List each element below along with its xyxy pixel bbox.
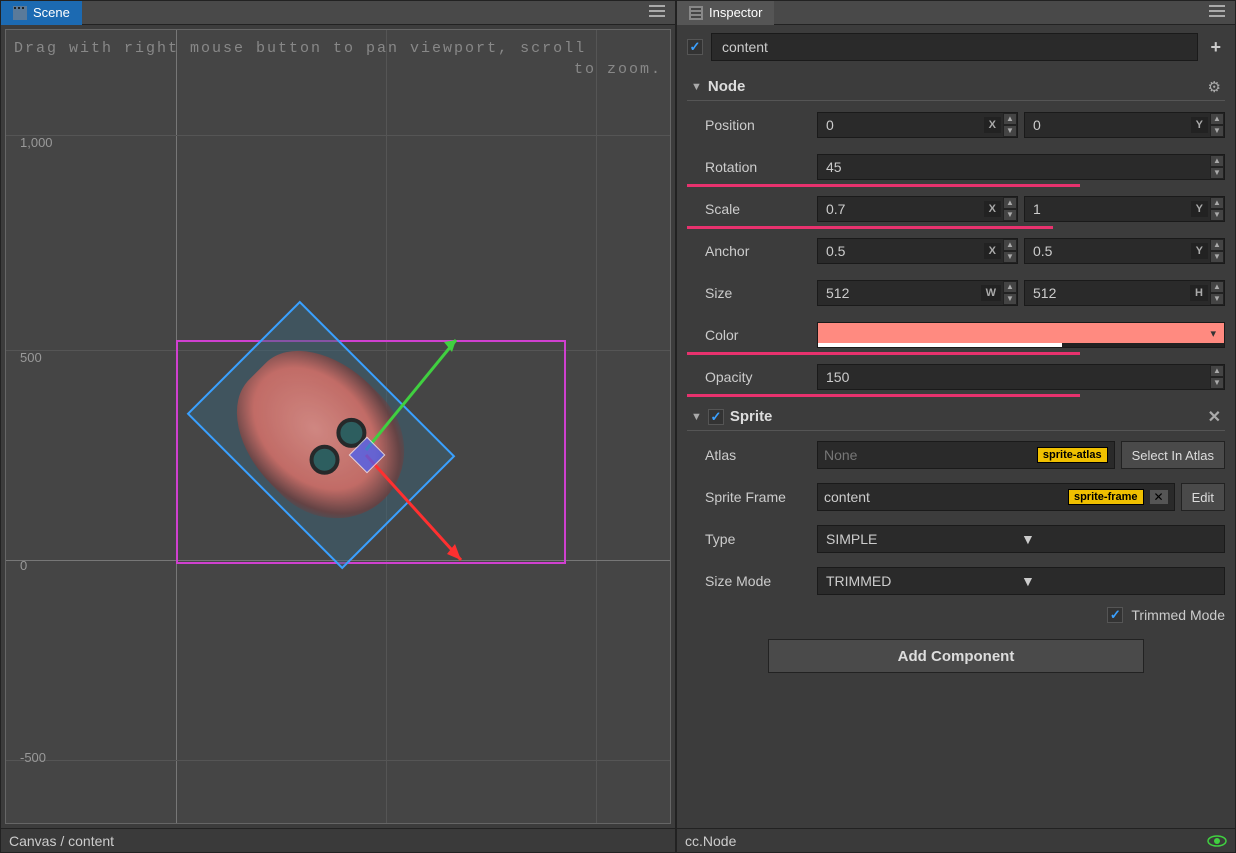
caret-down-icon: ▼ bbox=[691, 81, 702, 93]
edit-sprite-frame-button[interactable]: Edit bbox=[1181, 483, 1225, 511]
sprite-section-header[interactable]: ▼ Sprite ✕ bbox=[687, 403, 1225, 431]
select-in-atlas-button[interactable]: Select In Atlas bbox=[1121, 441, 1225, 469]
inspector-status-bar: cc.Node bbox=[677, 828, 1235, 852]
atlas-row: Atlas None sprite-atlas Select In Atlas bbox=[687, 439, 1225, 471]
scene-tab-bar: Scene bbox=[1, 1, 675, 25]
scene-viewport[interactable]: 1,000 500 0 -500 0 500 1,000 Drag with r… bbox=[5, 29, 671, 824]
scale-row: Scale X▲▼ Y▲▼ bbox=[687, 193, 1225, 225]
x-axis-label: 500 bbox=[376, 820, 398, 824]
sprite-section-title: Sprite bbox=[730, 408, 773, 425]
trimmed-mode-checkbox[interactable] bbox=[1107, 607, 1123, 623]
scale-x-input[interactable]: X▲▼ bbox=[817, 196, 1018, 222]
anchor-x-input[interactable]: X▲▼ bbox=[817, 238, 1018, 264]
y-axis-label: -500 bbox=[20, 750, 46, 765]
rotation-row: Rotation ▲▼ bbox=[687, 151, 1225, 183]
color-row: Color bbox=[687, 319, 1225, 351]
inspector-tab-label: Inspector bbox=[709, 5, 762, 20]
breadcrumb[interactable]: Canvas / content bbox=[9, 833, 114, 849]
gizmo-x-arrow[interactable] bbox=[361, 450, 481, 580]
inspector-panel: Inspector + ▼ Node ⚙ Position bbox=[676, 0, 1236, 853]
add-component-icon[interactable]: + bbox=[1206, 37, 1225, 58]
scale-y-input[interactable]: Y▲▼ bbox=[1024, 196, 1225, 222]
inspector-icon bbox=[689, 6, 703, 20]
scene-tab[interactable]: Scene bbox=[1, 1, 82, 25]
visibility-icon[interactable] bbox=[1207, 835, 1227, 847]
sprite-frame-field[interactable]: content sprite-frame ✕ bbox=[817, 483, 1175, 511]
scene-icon bbox=[13, 6, 27, 20]
position-y-input[interactable]: Y▲▼ bbox=[1024, 112, 1225, 138]
y-axis-label: 500 bbox=[20, 350, 42, 365]
anchor-y-input[interactable]: Y▲▼ bbox=[1024, 238, 1225, 264]
remove-component-icon[interactable]: ✕ bbox=[1208, 407, 1221, 427]
y-axis-label: 0 bbox=[20, 558, 27, 573]
inspector-tab-bar: Inspector bbox=[677, 1, 1235, 25]
inspector-body: + ▼ Node ⚙ Position X▲▼ Y▲▼ Rotation ▲▼ bbox=[677, 25, 1235, 828]
atlas-field[interactable]: None sprite-atlas bbox=[817, 441, 1115, 469]
size-mode-row: Size Mode TRIMMED ▼ bbox=[687, 565, 1225, 597]
size-mode-select[interactable]: TRIMMED ▼ bbox=[817, 567, 1225, 595]
type-row: Type SIMPLE ▼ bbox=[687, 523, 1225, 555]
viewport-hint: Drag with right mouse button to pan view… bbox=[14, 38, 662, 80]
node-enabled-checkbox[interactable] bbox=[687, 39, 703, 55]
scene-panel: Scene 1,000 500 0 -500 0 500 1,000 bbox=[0, 0, 676, 853]
gear-icon[interactable]: ⚙ bbox=[1208, 78, 1221, 96]
trimmed-mode-row: Trimmed Mode bbox=[687, 607, 1225, 623]
highlight-indicator bbox=[687, 394, 1080, 397]
color-picker[interactable] bbox=[817, 322, 1225, 348]
size-w-input[interactable]: W▲▼ bbox=[817, 280, 1018, 306]
inspector-menu-button[interactable] bbox=[1199, 5, 1235, 20]
clear-sprite-frame-icon[interactable]: ✕ bbox=[1150, 490, 1168, 504]
x-axis-label: 0 bbox=[171, 820, 178, 824]
scene-tab-label: Scene bbox=[33, 5, 70, 20]
size-h-input[interactable]: H▲▼ bbox=[1024, 280, 1225, 306]
node-type-label: cc.Node bbox=[685, 833, 736, 849]
opacity-row: Opacity ▲▼ bbox=[687, 361, 1225, 393]
inspector-tab[interactable]: Inspector bbox=[677, 1, 774, 25]
anchor-row: Anchor X▲▼ Y▲▼ bbox=[687, 235, 1225, 267]
add-component-button[interactable]: Add Component bbox=[768, 639, 1145, 673]
position-x-input[interactable]: X▲▼ bbox=[817, 112, 1018, 138]
y-axis-label: 1,000 bbox=[20, 135, 53, 150]
chevron-down-icon: ▼ bbox=[1021, 531, 1216, 547]
highlight-indicator bbox=[687, 352, 1080, 355]
sprite-frame-row: Sprite Frame content sprite-frame ✕ Edit bbox=[687, 481, 1225, 513]
chevron-down-icon: ▼ bbox=[1021, 573, 1216, 589]
menu-icon bbox=[1209, 5, 1225, 17]
node-section-header[interactable]: ▼ Node ⚙ bbox=[687, 73, 1225, 101]
sprite-enabled-checkbox[interactable] bbox=[708, 409, 724, 425]
x-axis-label: 1,000 bbox=[581, 820, 614, 824]
node-section-title: Node bbox=[708, 78, 746, 95]
gizmo-y-arrow[interactable] bbox=[356, 320, 476, 460]
opacity-input[interactable]: ▲▼ bbox=[817, 364, 1225, 390]
rotation-input[interactable]: ▲▼ bbox=[817, 154, 1225, 180]
highlight-indicator bbox=[687, 184, 1080, 187]
scene-menu-button[interactable] bbox=[639, 5, 675, 20]
caret-down-icon: ▼ bbox=[691, 411, 702, 423]
size-row: Size W▲▼ H▲▼ bbox=[687, 277, 1225, 309]
highlight-indicator bbox=[687, 226, 1053, 229]
node-name-row: + bbox=[687, 33, 1225, 61]
scene-status-bar: Canvas / content bbox=[1, 828, 675, 852]
node-name-input[interactable] bbox=[711, 33, 1198, 61]
menu-icon bbox=[649, 5, 665, 17]
type-select[interactable]: SIMPLE ▼ bbox=[817, 525, 1225, 553]
position-row: Position X▲▼ Y▲▼ bbox=[687, 109, 1225, 141]
